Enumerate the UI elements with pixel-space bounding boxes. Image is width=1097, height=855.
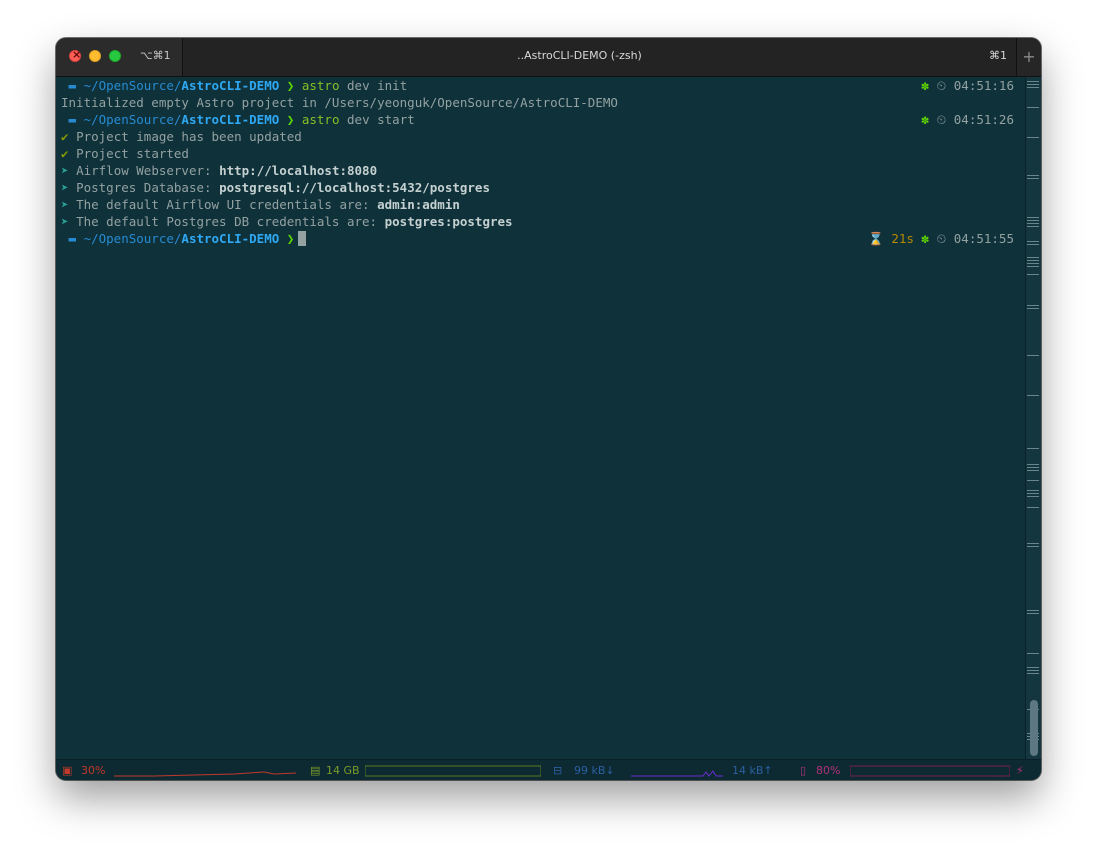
memory-graph <box>365 765 541 777</box>
timestamp: 04:51:16 <box>953 78 1014 93</box>
right-prompt: ✽ ⏲ 04:51:16 <box>921 77 1014 94</box>
battery-icon: ▯ <box>800 764 807 777</box>
path-prefix: ~/OpenSource/ <box>83 112 182 127</box>
command: astro <box>301 112 340 127</box>
check-line: ✔ Project started <box>56 145 1026 162</box>
info-label: The default Airflow UI credentials are: <box>76 197 378 212</box>
gear-icon: ✽ <box>921 231 929 246</box>
prompt-chevron: ❯ <box>286 78 295 93</box>
network-icon: ⊟ <box>553 764 563 777</box>
info-label: Postgres Database: <box>76 180 220 195</box>
path-dir: AstroCLI-DEMO <box>181 112 280 127</box>
cpu-graph <box>114 771 296 777</box>
gear-icon: ✽ <box>921 78 929 93</box>
title-bar: ⌥⌘1 ..AstroCLI-DEMO (-zsh) ⌘1 + <box>56 38 1041 77</box>
command-duration: 21s <box>891 231 914 246</box>
check-icon: ✔ <box>61 146 69 161</box>
info-value: admin:admin <box>377 197 460 212</box>
memory-usage: 14 GB <box>326 764 360 777</box>
new-tab-button[interactable]: + <box>1016 38 1041 76</box>
info-value[interactable]: http://localhost:8080 <box>219 163 377 178</box>
folder-icon: ▬ <box>61 78 84 93</box>
prompt-chevron: ❯ <box>286 112 295 127</box>
cpu-icon: ▣ <box>62 764 73 777</box>
check-icon: ✔ <box>61 129 69 144</box>
folder-icon: ▬ <box>61 231 84 246</box>
tab-shortcut-label: ⌥⌘1 <box>140 49 171 62</box>
charging-icon: ⚡ <box>1016 764 1024 777</box>
info-value: postgres:postgres <box>384 214 513 229</box>
path-prefix: ~/OpenSource/ <box>83 231 182 246</box>
timestamp: 04:51:55 <box>953 231 1014 246</box>
arrow-icon: ➤ <box>61 197 69 212</box>
window-controls <box>69 48 121 62</box>
window-title: ..AstroCLI-DEMO (-zsh) <box>517 49 642 62</box>
current-prompt-line[interactable]: ▬ ~/OpenSource/AstroCLI-DEMO ❯ ⌛ 21s ✽ ⏲ … <box>56 230 1026 247</box>
hourglass-icon: ⌛ <box>868 231 884 246</box>
info-label: Airflow Webserver: <box>76 163 220 178</box>
arrow-icon: ➤ <box>61 163 69 178</box>
maximize-button[interactable] <box>109 50 121 62</box>
info-line: ➤ The default Postgres DB credentials ar… <box>56 213 1026 230</box>
battery-level: 80% <box>816 764 841 777</box>
folder-icon: ▬ <box>61 112 84 127</box>
info-line: ➤ Postgres Database: postgresql://localh… <box>56 179 1026 196</box>
info-value: postgresql://localhost:5432/postgres <box>219 180 490 195</box>
path-dir: AstroCLI-DEMO <box>181 231 280 246</box>
network-up: 14 kB↑ <box>732 764 773 777</box>
terminal-output[interactable]: ▬ ~/OpenSource/AstroCLI-DEMO ❯ astro dev… <box>56 77 1026 760</box>
network-graph <box>631 770 723 777</box>
check-text: Project image has been updated <box>76 129 302 144</box>
path-prefix: ~/OpenSource/ <box>83 78 182 93</box>
text-cursor[interactable] <box>298 231 307 246</box>
check-line: ✔ Project image has been updated <box>56 128 1026 145</box>
command: astro <box>301 78 340 93</box>
arrow-icon: ➤ <box>61 214 69 229</box>
clock-icon: ⏲ <box>936 78 947 93</box>
arrow-icon: ➤ <box>61 180 69 195</box>
active-tab-shortcut: ⌘1 <box>989 49 1007 62</box>
clock-icon: ⏲ <box>936 112 947 127</box>
path-dir: AstroCLI-DEMO <box>181 78 280 93</box>
terminal-window: ⌥⌘1 ..AstroCLI-DEMO (-zsh) ⌘1 + ▬ ~/Open… <box>56 38 1041 780</box>
clock-icon: ⏲ <box>936 231 947 246</box>
cpu-usage: 30% <box>81 764 106 777</box>
output-line: Initialized empty Astro project in /User… <box>61 95 618 110</box>
command-args: dev start <box>339 112 415 127</box>
scrollbar[interactable] <box>1025 77 1041 760</box>
info-line: ➤ Airflow Webserver: http://localhost:80… <box>56 162 1026 179</box>
right-prompt: ⌛ 21s ✽ ⏲ 04:51:55 <box>868 230 1014 247</box>
battery-graph <box>850 765 1010 777</box>
scroll-thumb[interactable] <box>1030 700 1038 756</box>
close-button[interactable] <box>69 48 81 62</box>
info-line: ➤ The default Airflow UI credentials are… <box>56 196 1026 213</box>
prompt-line: ▬ ~/OpenSource/AstroCLI-DEMO ❯ astro dev… <box>56 111 1026 128</box>
gear-icon: ✽ <box>921 112 929 127</box>
command-args: dev init <box>339 78 408 93</box>
status-bar: ▣ 30% ▤ 14 GB ⊟ 99 kB↓ 14 kB↑ ▯ 80% ⚡ <box>56 759 1041 780</box>
info-label: The default Postgres DB credentials are: <box>76 214 385 229</box>
network-down: 99 kB↓ <box>574 764 615 777</box>
memory-icon: ▤ <box>310 764 321 777</box>
timestamp: 04:51:26 <box>953 112 1014 127</box>
right-prompt: ✽ ⏲ 04:51:26 <box>921 111 1014 128</box>
minimize-button[interactable] <box>89 50 101 62</box>
prompt-chevron: ❯ <box>286 231 295 246</box>
check-text: Project started <box>76 146 189 161</box>
prompt-line: ▬ ~/OpenSource/AstroCLI-DEMO ❯ astro dev… <box>56 77 1026 94</box>
